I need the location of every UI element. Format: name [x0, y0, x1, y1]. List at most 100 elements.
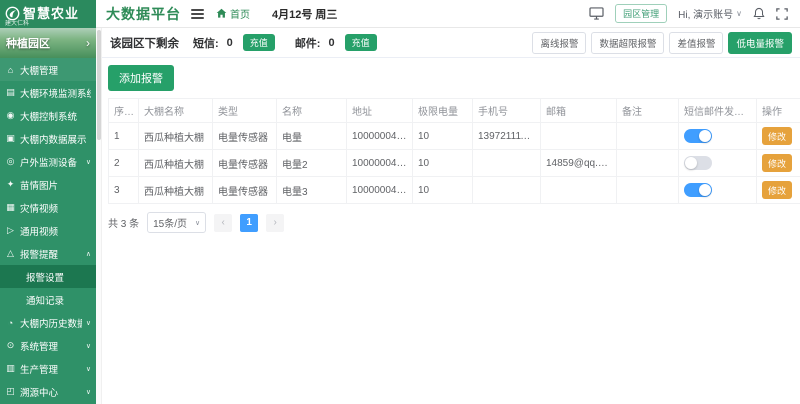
chevron-down-icon: ∨ [736, 9, 742, 18]
table-row: 3 西瓜种植大棚 电量传感器 电量3 10000004_6_1 10 修改删除 [109, 177, 800, 204]
sidebar-item-label: 系统管理 [20, 339, 82, 353]
chevron-down-icon: ∨ [86, 388, 91, 396]
cell-no: 2 [109, 150, 139, 177]
header-no: 序号 [109, 99, 139, 123]
logo-subtitle: 建大仁科 [5, 21, 29, 28]
cell-phone [473, 177, 541, 204]
sidebar-item-label: 苗情图片 [20, 178, 91, 192]
content-scrollbar[interactable] [96, 28, 102, 404]
sms-email-switch[interactable] [684, 129, 712, 143]
tab-low-battery-alarm[interactable]: 低电量报警 [728, 32, 792, 54]
chevron-down-icon: ∨ [86, 319, 91, 327]
cell-phone: 13972111111 [473, 123, 541, 150]
sidebar-item-control-system[interactable]: ◉ 大棚控制系统 [0, 104, 96, 127]
cell-greenhouse: 西瓜种植大棚 [139, 150, 213, 177]
user-greeting-label: Hi, 演示账号 [678, 6, 733, 21]
sms-email-switch[interactable] [684, 156, 712, 170]
sidebar-subitem-alarm-settings[interactable]: 报警设置 [0, 265, 96, 288]
cell-limit: 10 [413, 123, 473, 150]
cell-name: 电量3 [277, 177, 347, 204]
header-remark: 备注 [617, 99, 679, 123]
table-row: 1 西瓜种植大棚 电量传感器 电量 10000004_4_1 10 139721… [109, 123, 800, 150]
sidebar-item-traceability-center[interactable]: ◰ 溯源中心 ∨ [0, 380, 96, 403]
cell-remark [617, 150, 679, 177]
sidebar-item-alarm-reminder[interactable]: △ 报警提醒 ∧ [0, 242, 96, 265]
sidebar-item-greenhouse-management[interactable]: ⌂ 大棚管理 [0, 58, 96, 81]
cell-email [541, 177, 617, 204]
tab-difference-alarm[interactable]: 差值报警 [669, 32, 723, 54]
chevron-up-icon: ∧ [86, 250, 91, 258]
table-row: 2 西瓜种植大棚 电量传感器 电量2 10000004_5_1 10 14859… [109, 150, 800, 177]
sidebar-item-general-videos[interactable]: ▷ 通用视频 [0, 219, 96, 242]
tab-data-limit-alarm[interactable]: 数据超限报警 [591, 32, 664, 54]
app-logo: 智慧农业 建大仁科 [0, 0, 96, 28]
modify-button[interactable]: 修改 [762, 154, 792, 172]
add-alarm-button[interactable]: 添加报警 [108, 65, 174, 91]
sidebar-item-label: 溯源中心 [20, 385, 82, 399]
sidebar-item-label: 通用视频 [20, 224, 91, 238]
cell-address: 10000004_6_1 [347, 177, 413, 204]
sidebar-item-label: 大棚内数据展示 [20, 132, 91, 146]
sidebar-item-label: 大棚环境监测系统 [20, 86, 91, 100]
sidebar-item-label: 大棚控制系统 [20, 109, 91, 123]
pagination: 共 3 条 15条/页 ∨ ‹ 1 › [108, 212, 794, 233]
header-phone: 手机号 [473, 99, 541, 123]
prev-page-button[interactable]: ‹ [214, 214, 232, 232]
cell-remark [617, 123, 679, 150]
main-content: 该园区下剩余 短信: 0 充值 邮件: 0 充值 离线报警 数据超限报警 差值报… [102, 28, 800, 404]
sidebar-subitem-label: 通知记录 [26, 293, 91, 307]
email-count: 0 [328, 37, 334, 49]
header-address: 地址 [347, 99, 413, 123]
control-icon: ◉ [5, 110, 16, 121]
scrollbar-thumb[interactable] [97, 30, 101, 140]
outdoor-device-icon: ◎ [5, 156, 16, 167]
bell-icon[interactable] [753, 7, 765, 20]
chevron-down-icon: ∨ [195, 219, 200, 227]
park-manage-button[interactable]: 园区管理 [615, 4, 667, 23]
park-banner[interactable]: 种植园区 › [0, 28, 96, 58]
email-recharge-button[interactable]: 充值 [345, 34, 377, 51]
home-icon [216, 8, 227, 19]
alarm-icon: △ [5, 248, 16, 259]
quota-info-bar: 该园区下剩余 短信: 0 充值 邮件: 0 充值 离线报警 数据超限报警 差值报… [102, 28, 800, 58]
page-size-label: 15条/页 [153, 215, 187, 230]
alarm-panel: 添加报警 序号 大棚名称 类型 名称 地址 极限电量 手机号 邮箱 备注 [102, 58, 800, 240]
sidebar-subitem-notification-records[interactable]: 通知记录 [0, 288, 96, 311]
data-display-icon: ▣ [5, 133, 16, 144]
tab-offline-alarm[interactable]: 离线报警 [532, 32, 586, 54]
next-page-button[interactable]: › [266, 214, 284, 232]
sidebar-item-env-monitoring-system[interactable]: ▤ 大棚环境监测系统 [0, 81, 96, 104]
current-page-button[interactable]: 1 [240, 214, 258, 232]
modify-button[interactable]: 修改 [762, 127, 792, 145]
sms-recharge-button[interactable]: 充值 [243, 34, 275, 51]
menu-collapse-icon[interactable] [191, 9, 204, 19]
sidebar-item-seedling-images[interactable]: ✦ 苗情图片 [0, 173, 96, 196]
breadcrumb-home[interactable]: 首页 [216, 6, 250, 21]
trace-icon: ◰ [5, 386, 16, 397]
sidebar-item-outdoor-devices[interactable]: ◎ 户外监测设备 ∨ [0, 150, 96, 173]
sidebar-menu: ⌂ 大棚管理 ▤ 大棚环境监测系统 ◉ 大棚控制系统 ▣ 大棚内数据展示 ◎ 户… [0, 58, 96, 403]
user-menu[interactable]: Hi, 演示账号 ∨ [678, 6, 742, 21]
sidebar-item-data-display[interactable]: ▣ 大棚内数据展示 [0, 127, 96, 150]
sidebar-item-system-management[interactable]: ⊙ 系统管理 ∨ [0, 334, 96, 357]
sidebar-item-label: 大棚内历史数据 [20, 316, 82, 330]
sidebar-item-history-data[interactable]: ◔ 大棚内历史数据 ∨ [0, 311, 96, 334]
sidebar-item-label: 大棚管理 [20, 63, 91, 77]
header-type: 类型 [213, 99, 277, 123]
page-size-select[interactable]: 15条/页 ∨ [147, 212, 206, 233]
sms-email-switch[interactable] [684, 183, 712, 197]
logo-leaf-icon [5, 6, 20, 21]
big-screen-icon[interactable] [589, 7, 604, 20]
cell-name: 电量 [277, 123, 347, 150]
platform-title: 大数据平台 [106, 4, 181, 24]
sidebar-item-production-management[interactable]: ▥ 生产管理 ∨ [0, 357, 96, 380]
modify-button[interactable]: 修改 [762, 181, 792, 199]
sms-count: 0 [227, 37, 233, 49]
sms-label: 短信: [193, 35, 219, 51]
sidebar-item-disaster-videos[interactable]: ▦ 灾情视频 [0, 196, 96, 219]
system-icon: ⊙ [5, 340, 16, 351]
table-header-row: 序号 大棚名称 类型 名称 地址 极限电量 手机号 邮箱 备注 短信邮件发送开关… [109, 99, 800, 123]
fullscreen-icon[interactable] [776, 8, 788, 20]
sidebar-item-label: 灾情视频 [20, 201, 91, 215]
header-limit-battery: 极限电量 [413, 99, 473, 123]
